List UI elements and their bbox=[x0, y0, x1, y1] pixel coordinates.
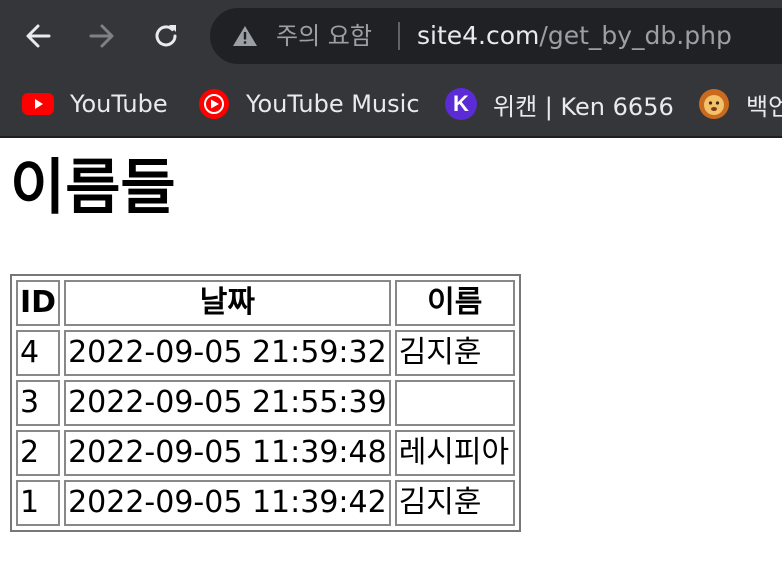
back-button[interactable] bbox=[18, 16, 58, 56]
cell-name: 레시피아 bbox=[394, 430, 515, 476]
reload-button[interactable] bbox=[146, 16, 186, 56]
youtube-icon bbox=[22, 88, 54, 120]
bookmark-youtube[interactable]: YouTube bbox=[22, 72, 168, 136]
cell-date: 2022-09-05 11:39:42 bbox=[64, 480, 391, 526]
url-path: /get_by_db.php bbox=[539, 21, 732, 50]
bookmark-ken[interactable]: K 위캔 | Ken 6656 bbox=[445, 72, 674, 136]
table-row: 4 2022-09-05 21:59:32 김지훈 bbox=[16, 330, 515, 376]
cell-date: 2022-09-05 21:55:39 bbox=[64, 380, 391, 426]
warning-triangle-icon bbox=[233, 26, 257, 46]
address-bar[interactable]: 주의 요함 site4.com/get_by_db.php bbox=[210, 8, 782, 64]
url-host: site4.com bbox=[417, 21, 540, 50]
cell-id: 1 bbox=[16, 480, 61, 526]
bookmark-label: 위캔 | Ken 6656 bbox=[493, 92, 674, 121]
bookmark-youtube-music[interactable]: YouTube Music bbox=[198, 72, 420, 136]
k-logo-icon: K bbox=[445, 88, 477, 120]
reload-icon bbox=[155, 25, 177, 47]
cell-id: 2 bbox=[16, 430, 61, 476]
back-arrow-icon bbox=[26, 24, 51, 48]
bookmark-label: YouTube Music bbox=[246, 90, 420, 118]
forward-button[interactable] bbox=[82, 16, 122, 56]
table-row: 3 2022-09-05 21:55:39 bbox=[16, 380, 515, 426]
forward-arrow-icon bbox=[89, 24, 114, 48]
cell-name: 김지훈 bbox=[394, 330, 515, 376]
lion-icon bbox=[698, 88, 730, 120]
names-table: ID 날짜 이름 4 2022-09-05 21:59:32 김지훈 3 202… bbox=[10, 274, 521, 532]
security-warning-label[interactable]: 주의 요함 bbox=[276, 20, 372, 52]
cell-date: 2022-09-05 11:39:48 bbox=[64, 430, 391, 476]
cell-name: 김지훈 bbox=[394, 480, 515, 526]
cell-name bbox=[394, 380, 515, 426]
address-bar-separator bbox=[398, 22, 400, 50]
header-name: 이름 bbox=[394, 280, 515, 326]
url-text[interactable]: site4.com/get_by_db.php bbox=[417, 20, 732, 52]
table-row: 2 2022-09-05 11:39:48 레시피아 bbox=[16, 430, 515, 476]
browser-toolbar: 주의 요함 site4.com/get_by_db.php bbox=[0, 0, 782, 72]
table-row: 1 2022-09-05 11:39:42 김지훈 bbox=[16, 480, 515, 526]
cell-id: 4 bbox=[16, 330, 61, 376]
cell-id: 3 bbox=[16, 380, 61, 426]
page-title: 이름들 bbox=[10, 153, 176, 223]
table-header-row: ID 날짜 이름 bbox=[16, 280, 515, 326]
bookmark-baekeon[interactable]: 백언 bbox=[698, 72, 782, 136]
header-id: ID bbox=[16, 280, 61, 326]
header-date: 날짜 bbox=[64, 280, 391, 326]
svg-text:K: K bbox=[453, 91, 469, 116]
youtube-music-icon bbox=[198, 88, 230, 120]
bookmark-label: 백언 bbox=[746, 92, 782, 121]
cell-date: 2022-09-05 21:59:32 bbox=[64, 330, 391, 376]
bookmark-label: YouTube bbox=[70, 90, 168, 118]
bookmarks-bar: YouTube YouTube Music K 위캔 | Ken 6656 백언 bbox=[0, 72, 782, 138]
